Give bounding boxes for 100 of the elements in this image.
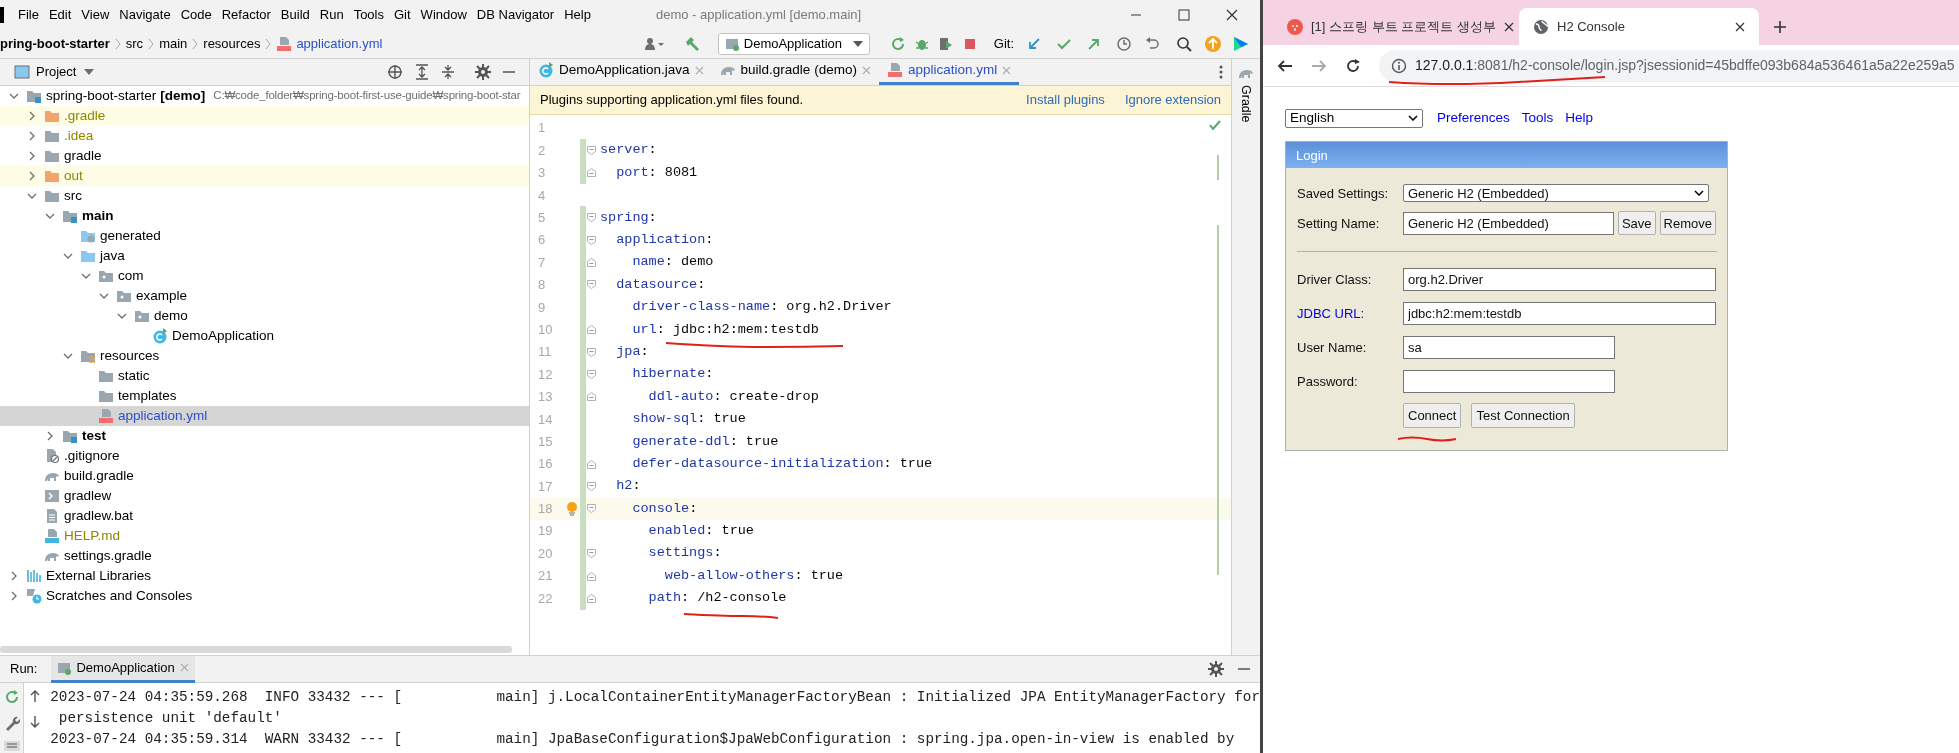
fold-marker-icon[interactable] xyxy=(586,325,596,335)
maximize-icon[interactable] xyxy=(1178,9,1190,21)
panel-button[interactable]: Test Connection xyxy=(1471,403,1575,429)
run-tab[interactable]: DemoApplication xyxy=(51,655,195,683)
text-field[interactable] xyxy=(1403,369,1615,393)
editor-tab[interactable]: build.gradle (demo) xyxy=(711,58,879,85)
page-link[interactable]: Tools xyxy=(1521,108,1554,129)
tree-item[interactable]: out xyxy=(0,166,529,186)
menu-item[interactable]: Edit xyxy=(43,3,77,27)
menu-item[interactable]: Window xyxy=(415,3,472,27)
layout-icon[interactable] xyxy=(3,741,20,751)
browser-tab[interactable]: [1] 스프링 부트 프로젝트 생성부 xyxy=(1273,8,1513,45)
tree-item[interactable]: templates xyxy=(0,386,529,406)
fold-marker-icon[interactable] xyxy=(586,280,596,290)
tree-item[interactable]: main xyxy=(0,206,529,226)
tree-item[interactable]: static xyxy=(0,366,529,386)
change-marker[interactable] xyxy=(580,206,586,230)
panel-button[interactable]: Save xyxy=(1617,211,1656,236)
page-link[interactable]: Help xyxy=(1565,108,1594,129)
address-bar[interactable]: 127.0.0.1:8081/h2-console/login.jsp?jsessionid=45bdffe093b684a536461a5a22e259a5 xyxy=(1379,49,1959,82)
tree-item[interactable]: build.gradle xyxy=(0,466,529,486)
tree-item[interactable]: com xyxy=(0,266,529,286)
panel-button[interactable]: Connect xyxy=(1403,403,1462,429)
fold-marker-icon[interactable] xyxy=(586,549,596,559)
browser-tab[interactable]: H2 Console xyxy=(1519,8,1759,45)
hammer-icon[interactable] xyxy=(683,36,700,52)
close-icon[interactable] xyxy=(1735,21,1745,32)
fold-marker-icon[interactable] xyxy=(586,392,596,402)
back-icon[interactable] xyxy=(1277,57,1293,74)
more-icon[interactable] xyxy=(1219,64,1223,79)
banner-link[interactable]: Ignore extension xyxy=(1124,90,1221,110)
push-arrow-icon[interactable] xyxy=(1086,36,1102,52)
fold-marker-icon[interactable] xyxy=(586,459,596,469)
saved-settings-select[interactable]: Generic H2 (Embedded) xyxy=(1403,184,1709,203)
tree-item[interactable]: .gitignore xyxy=(0,446,529,466)
panel-title[interactable]: Project xyxy=(36,62,77,82)
panel-button[interactable]: Remove xyxy=(1659,211,1716,236)
tree-item[interactable]: .gradle xyxy=(0,106,529,126)
change-marker[interactable] xyxy=(580,161,586,185)
tree-item[interactable]: Scratches and Consoles xyxy=(0,586,529,606)
fold-marker-icon[interactable] xyxy=(586,481,596,491)
tree-item[interactable]: gradle xyxy=(0,146,529,166)
fold-marker-icon[interactable] xyxy=(586,370,596,379)
tree-item[interactable]: src xyxy=(0,186,529,206)
menu-item[interactable]: Git xyxy=(389,3,416,27)
tree-item[interactable]: application.yml xyxy=(0,406,529,426)
setting-name-field[interactable]: Generic H2 (Embedded) xyxy=(1403,211,1614,235)
caret-icon[interactable] xyxy=(84,69,95,75)
menu-item[interactable]: DB Navigator xyxy=(471,3,560,27)
menu-item[interactable]: Run xyxy=(314,3,349,27)
update-icon[interactable] xyxy=(1204,35,1222,53)
settings-icon[interactable] xyxy=(1208,661,1224,677)
fold-marker-icon[interactable] xyxy=(586,213,596,223)
editor-tab[interactable]: DemoApplication.java xyxy=(530,58,712,85)
run-config-dropdown[interactable]: DemoApplication xyxy=(717,33,870,55)
tool-window-tab[interactable]: Gradle xyxy=(1236,85,1256,123)
tree-item[interactable]: gradlew.bat xyxy=(0,506,529,526)
menu-item[interactable]: File xyxy=(13,3,44,27)
close-icon[interactable] xyxy=(1226,9,1238,21)
fold-marker-icon[interactable] xyxy=(586,235,596,245)
tree-item[interactable]: DemoApplication xyxy=(0,326,529,346)
arrow-down-icon[interactable] xyxy=(29,715,42,729)
tree-item[interactable]: demo xyxy=(0,306,529,326)
text-field[interactable]: jdbc:h2:mem:testdb xyxy=(1403,301,1716,325)
tree-item[interactable]: External Libraries xyxy=(0,566,529,586)
breadcrumb[interactable]: main xyxy=(159,34,188,54)
tree-item[interactable]: generated xyxy=(0,226,529,246)
breadcrumb[interactable]: application.yml xyxy=(296,34,383,54)
plugin-logo-icon[interactable] xyxy=(1232,35,1250,53)
rerun-icon[interactable] xyxy=(889,36,906,52)
tree-item[interactable]: java xyxy=(0,246,529,266)
tree-item[interactable]: spring-boot-starter [demo] C:₩code_folder₩spring-boot-first-use-guide₩spring-boot-star xyxy=(0,86,529,106)
tree-item[interactable]: HELP.md xyxy=(0,526,529,546)
close-icon[interactable] xyxy=(1503,21,1514,32)
text-field[interactable]: sa xyxy=(1403,335,1615,359)
menu-item[interactable]: Code xyxy=(175,3,217,27)
change-marker[interactable] xyxy=(580,139,586,163)
undo-icon[interactable] xyxy=(1144,36,1160,52)
commit-check-icon[interactable] xyxy=(1056,36,1072,52)
fold-marker-icon[interactable] xyxy=(586,571,596,581)
rerun-icon[interactable] xyxy=(3,689,20,705)
fold-marker-icon[interactable] xyxy=(586,168,596,178)
fold-marker-icon[interactable] xyxy=(586,347,596,357)
expand-all-icon[interactable] xyxy=(415,64,429,80)
menu-item[interactable]: Navigate xyxy=(114,3,176,27)
fold-marker-icon[interactable] xyxy=(586,258,596,268)
tree-item[interactable]: settings.gradle xyxy=(0,546,529,566)
tree-item[interactable]: gradlew xyxy=(0,486,529,506)
settings-icon[interactable] xyxy=(475,64,491,80)
tree-item[interactable]: resources xyxy=(0,346,529,366)
user-icon[interactable] xyxy=(643,37,666,51)
breadcrumb[interactable]: src xyxy=(125,34,144,54)
collapse-all-icon[interactable] xyxy=(441,64,455,80)
fold-marker-icon[interactable] xyxy=(586,593,596,603)
tree-item[interactable]: example xyxy=(0,286,529,306)
fold-marker-icon[interactable] xyxy=(586,504,596,514)
arrow-up-icon[interactable] xyxy=(29,689,42,703)
banner-link[interactable]: Install plugins xyxy=(1026,90,1105,110)
forward-icon[interactable] xyxy=(1311,57,1327,74)
text-field[interactable]: org.h2.Driver xyxy=(1403,267,1716,291)
